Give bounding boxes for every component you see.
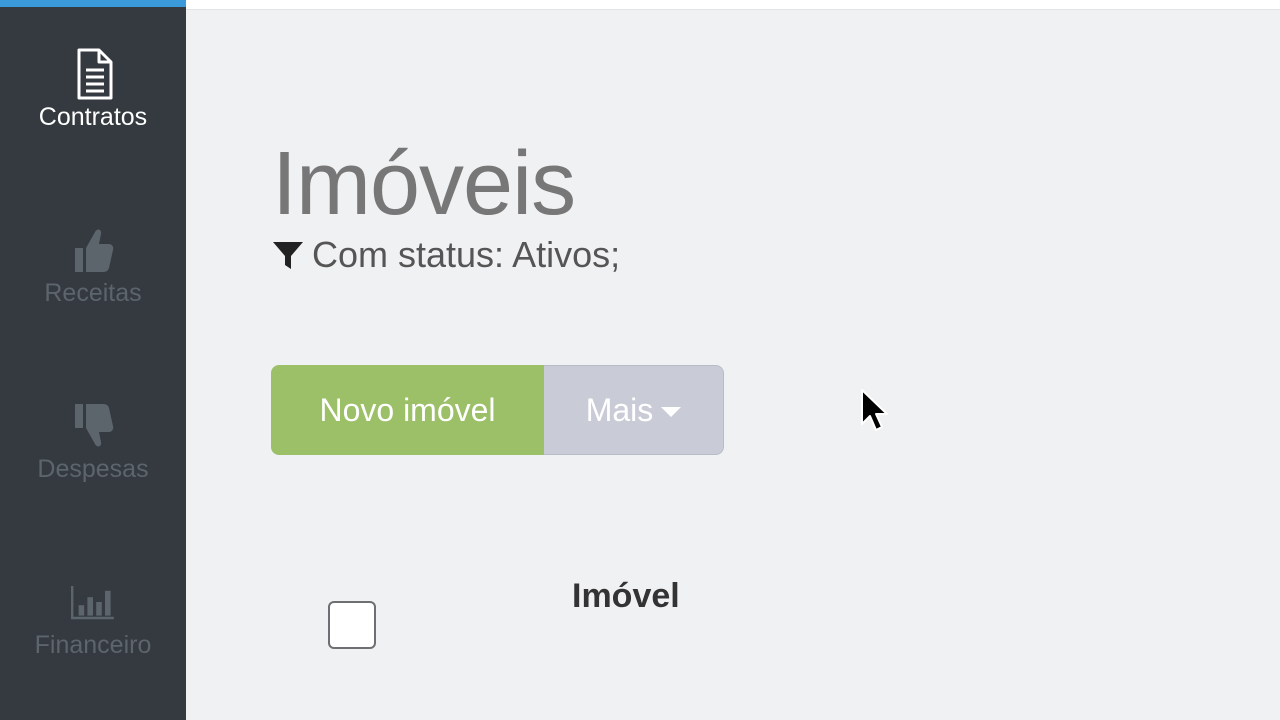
- caret-down-icon: [661, 407, 682, 417]
- document-icon: [77, 48, 113, 100]
- sidebar-accent-bar: [0, 0, 186, 7]
- action-button-group: Novo imóvel Mais: [271, 365, 724, 455]
- sidebar: Contratos Receitas Despesas Financeiro: [0, 0, 186, 720]
- more-button-label: Mais: [585, 391, 654, 428]
- sidebar-item-label: Despesas: [37, 455, 149, 483]
- sidebar-item-label: Receitas: [44, 279, 142, 307]
- sidebar-item-label: Contratos: [38, 103, 148, 131]
- sidebar-item-receitas[interactable]: Receitas: [0, 222, 186, 342]
- sidebar-item-financeiro[interactable]: Financeiro: [0, 574, 186, 694]
- active-filter: Com status: Ativos;: [272, 232, 620, 278]
- thumbs-up-icon: [75, 229, 114, 272]
- select-all-checkbox[interactable]: [328, 601, 376, 649]
- top-bar: [186, 0, 1280, 10]
- sidebar-item-label: Financeiro: [34, 631, 152, 659]
- column-header-imovel: Imóvel: [572, 577, 680, 615]
- filter-icon: [273, 242, 303, 269]
- more-dropdown-button[interactable]: Mais: [544, 365, 724, 455]
- sidebar-item-despesas[interactable]: Despesas: [0, 398, 186, 518]
- filter-text: Com status: Ativos;: [312, 234, 621, 275]
- bar-chart-icon: [71, 586, 114, 620]
- new-property-button[interactable]: Novo imóvel: [271, 365, 544, 455]
- sidebar-item-contratos[interactable]: Contratos: [0, 46, 186, 166]
- page-title: Imóveis: [272, 134, 576, 234]
- mouse-cursor-icon: [861, 389, 888, 431]
- app-root: Contratos Receitas Despesas Financeiro I…: [0, 0, 1280, 720]
- thumbs-down-icon: [75, 404, 114, 447]
